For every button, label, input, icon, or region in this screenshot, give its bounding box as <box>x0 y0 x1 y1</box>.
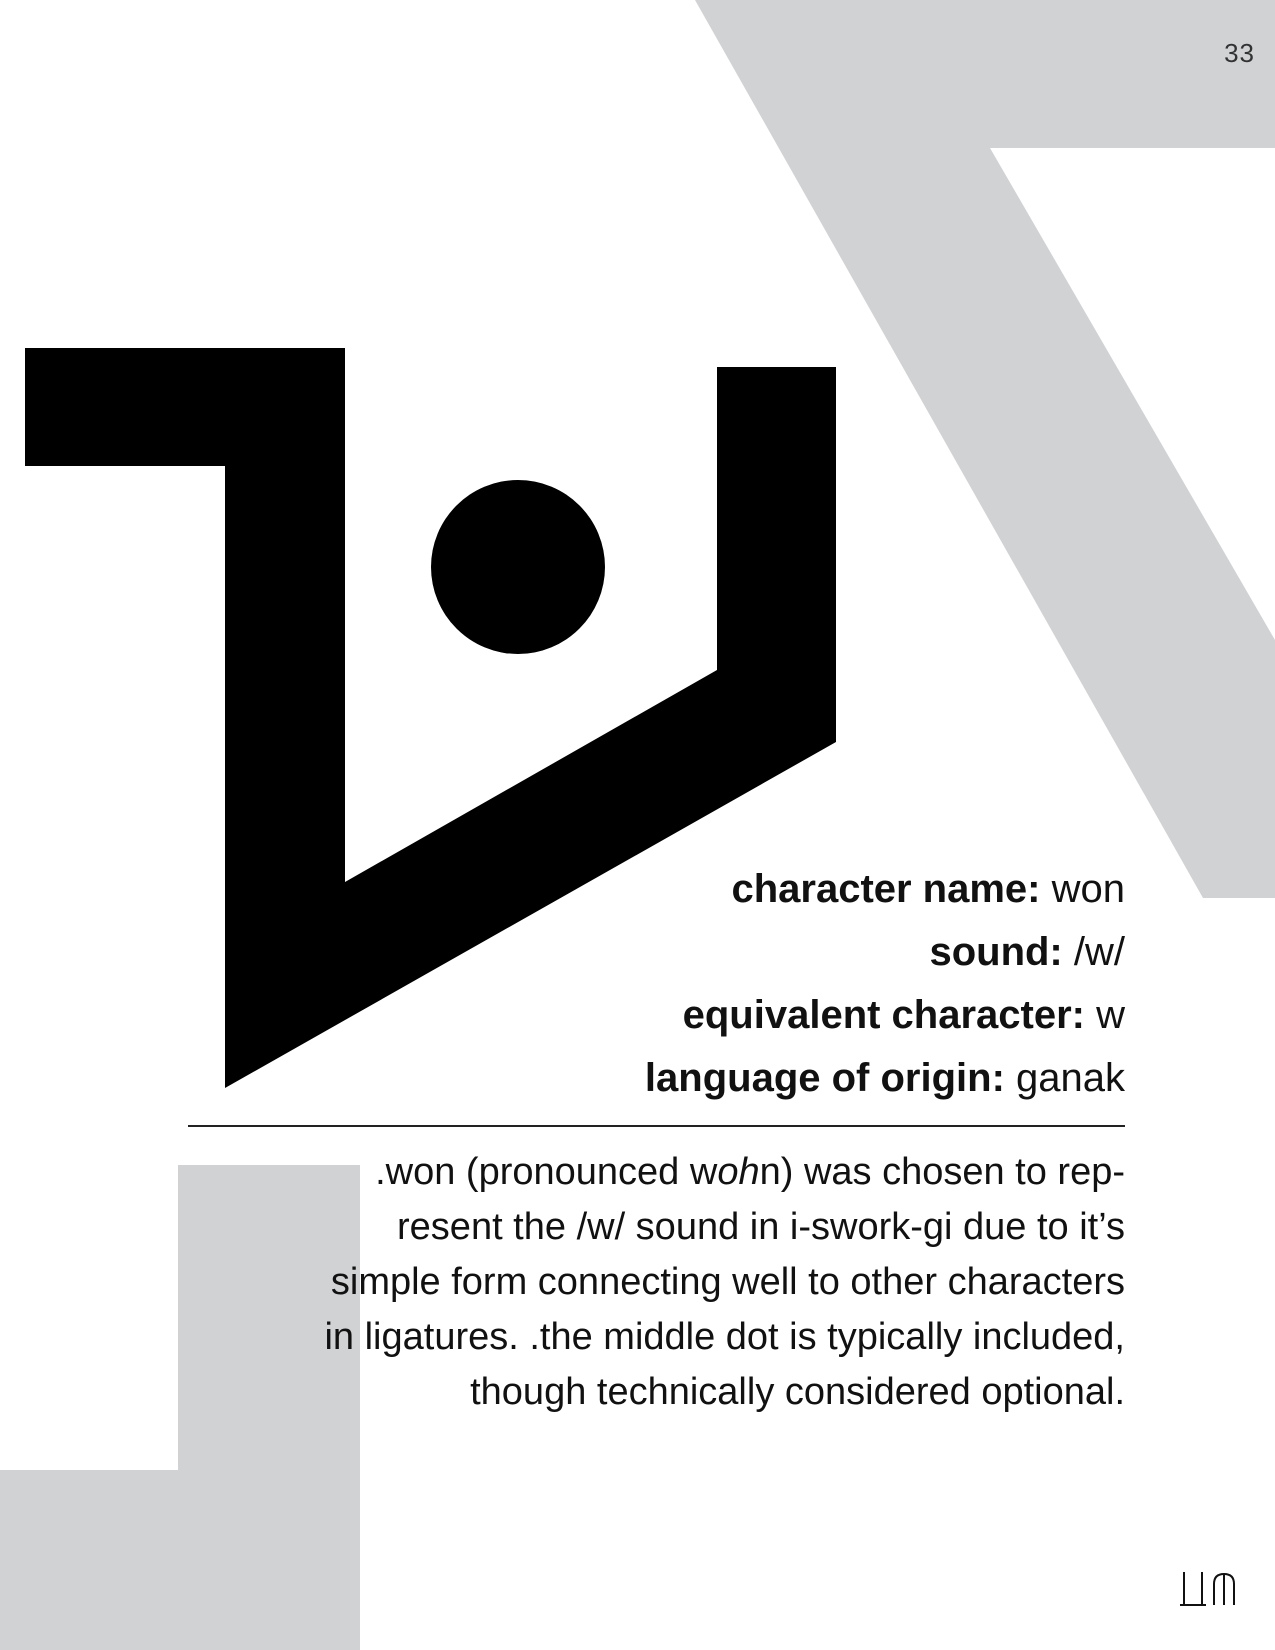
info-value: w <box>1085 993 1125 1037</box>
info-row-equivalent-character: equivalent character: w <box>225 984 1125 1047</box>
description-line: resent the /w/ sound in i-swork-gi due t… <box>397 1206 1125 1248</box>
corner-mark-icon <box>1180 1572 1235 1606</box>
description-line: in ligatures. .the middle dot is typical… <box>324 1316 1125 1358</box>
info-row-sound: sound: /w/ <box>225 921 1125 984</box>
info-value: ganak <box>1004 1056 1125 1100</box>
description-line: though technically considered optional. <box>470 1371 1125 1413</box>
info-value: won <box>1040 867 1125 911</box>
description-text: n) was chosen to rep- <box>759 1151 1125 1193</box>
info-key: sound: <box>929 930 1063 974</box>
info-key: language of origin: <box>644 1056 1005 1100</box>
info-value: /w/ <box>1062 930 1125 974</box>
page-number: 33 <box>1224 38 1255 68</box>
description-text: .won (pronounced w <box>375 1151 718 1193</box>
glyph-dot <box>431 480 605 654</box>
description-paragraph: .won (pronounced wohn) was chosen to rep… <box>165 1145 1125 1420</box>
character-info-list: character name: won sound: /w/ equivalen… <box>225 858 1125 1110</box>
description-line: .won (pronounced wohn) was chosen to rep… <box>165 1145 1125 1200</box>
description-line: simple form connecting well to other cha… <box>330 1261 1125 1303</box>
description-emphasis: oh <box>717 1151 760 1193</box>
info-row-language-of-origin: language of origin: ganak <box>225 1047 1125 1110</box>
info-key: equivalent character: <box>682 993 1085 1037</box>
section-divider <box>188 1125 1125 1127</box>
info-key: character name: <box>731 867 1041 911</box>
info-row-character-name: character name: won <box>225 858 1125 921</box>
